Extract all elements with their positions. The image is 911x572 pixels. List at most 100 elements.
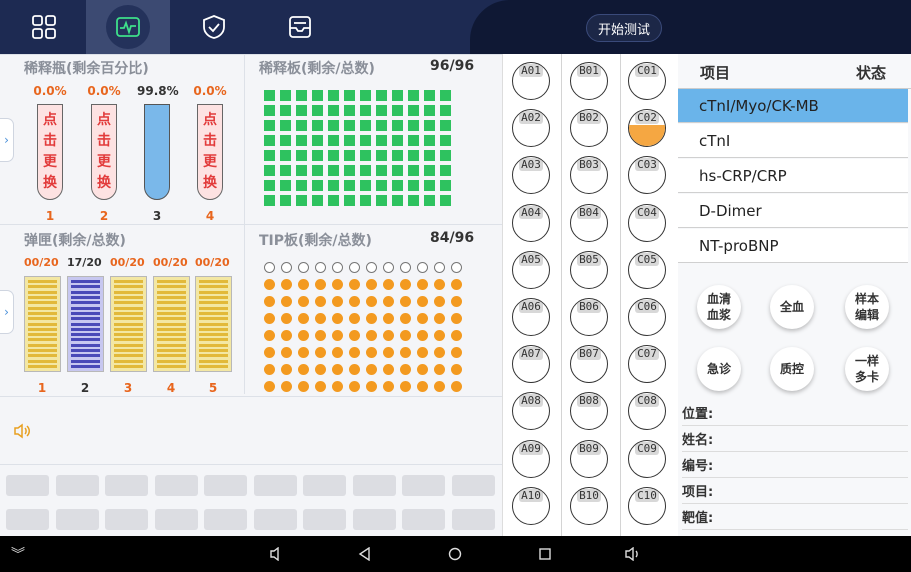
sample-slot[interactable]: C02 [628,109,666,148]
speaker-icon[interactable] [13,423,31,443]
tip-well [264,313,275,324]
cartridge-strip [114,349,143,353]
project-item[interactable]: cTnI/Myo/CK-MB [678,89,908,123]
quick-slot-button[interactable] [204,509,247,530]
quick-slot-button[interactable] [204,475,247,496]
sample-slot[interactable]: A10 [512,486,550,525]
project-item[interactable]: D-Dimer [678,194,908,228]
sample-edit-button[interactable]: 样本 编辑 [845,285,889,329]
quick-slot-button[interactable] [352,509,396,530]
sample-slot-label: B09 [577,441,601,455]
qc-shield-button[interactable] [186,4,242,50]
project-column-header: 项目 [700,64,731,82]
quick-slot-button[interactable] [154,475,198,496]
quick-slot-button[interactable] [55,475,99,496]
sample-slot[interactable]: A06 [512,298,550,336]
tip-well [332,313,343,324]
tip-well [400,330,411,341]
diluent-bottle[interactable]: 点击更换 [37,104,63,200]
sample-slot[interactable]: A04 [512,203,550,242]
cartridge-index: 2 [80,381,90,395]
quick-slot-button[interactable] [402,475,445,496]
sample-slot[interactable]: A02 [512,109,550,148]
quick-slot-button[interactable] [451,475,495,496]
volume-down-icon[interactable] [268,545,286,563]
records-button[interactable] [272,4,328,50]
quick-slot-button[interactable] [253,475,297,496]
dilution-well [280,180,291,191]
project-item[interactable]: NT-proBNP [678,229,908,263]
whole-blood-button[interactable]: 全血 [770,285,814,329]
sample-slot[interactable]: A01 [512,62,550,100]
cartridge-slot[interactable] [110,276,147,372]
sample-slot[interactable]: C06 [628,298,666,336]
sample-slot[interactable]: C04 [628,203,666,242]
multi-card-button[interactable]: 一样 多卡 [845,347,889,391]
volume-up-icon[interactable] [624,545,642,563]
quick-slot-button[interactable] [105,509,148,530]
test-monitor-tab[interactable] [86,0,170,54]
quick-slot-button[interactable] [105,475,148,496]
tip-well [349,313,360,324]
cartridge-strip [157,301,186,305]
home-icon[interactable] [446,545,464,563]
qc-button[interactable]: 质控 [770,347,814,391]
quick-slot-button[interactable] [402,509,445,530]
sample-slot[interactable]: B06 [570,298,608,336]
quick-slot-button[interactable] [253,509,297,530]
project-item[interactable]: hs-CRP/CRP [678,159,908,193]
sample-slot[interactable]: B09 [570,439,608,478]
cartridge-slot[interactable] [67,276,104,372]
quick-slot-button[interactable] [154,509,198,530]
dilution-well [440,165,451,176]
cartridge-strip [199,327,228,331]
sample-slot[interactable]: C09 [628,439,666,478]
quick-slot-button[interactable] [6,509,49,530]
dilution-plate-grid [264,90,451,206]
sample-slot[interactable]: A07 [512,345,550,384]
expand-diluent-tab[interactable]: › [0,118,14,162]
sample-slot[interactable]: B05 [570,250,608,289]
sample-slot[interactable]: B10 [570,486,608,525]
sample-slot[interactable]: B01 [570,62,608,100]
home-grid-button[interactable] [16,4,72,50]
sample-slot[interactable]: B02 [570,109,608,148]
sample-slot[interactable]: A05 [512,250,550,289]
quick-slot-button[interactable] [352,475,396,496]
sample-slot[interactable]: B07 [570,345,608,384]
dilution-well [360,135,371,146]
quick-slot-button[interactable] [303,509,346,530]
project-item[interactable]: cTnI [678,124,908,158]
replace-hint-char: 击 [97,133,111,149]
dilution-well [280,90,291,101]
quick-slot-button[interactable] [303,475,346,496]
sample-slot[interactable]: C07 [628,345,666,384]
tip-well [298,364,309,375]
diluent-bottle[interactable]: 点击更换 [91,104,117,200]
start-test-button[interactable]: 开始测试 [586,14,662,42]
tip-well [434,364,445,375]
expand-cartridge-tab[interactable]: › [0,290,14,334]
diluent-bottle[interactable] [144,104,170,200]
diluent-bottle[interactable]: 点击更换 [197,104,223,200]
sample-slot[interactable]: C01 [628,62,666,100]
sample-slot[interactable]: B04 [570,203,608,242]
cartridge-slot[interactable] [153,276,190,372]
emergency-button[interactable]: 急诊 [697,347,741,391]
dilution-well [296,120,307,131]
quick-slot-button[interactable] [6,475,49,496]
quick-slot-button[interactable] [55,509,99,530]
cartridge-strip [157,327,186,331]
back-icon[interactable] [356,545,374,563]
cartridge-slot[interactable] [24,276,61,372]
sample-slot-label: C08 [635,394,659,408]
sample-slot[interactable]: A09 [512,439,550,478]
sample-slot[interactable]: C05 [628,250,666,289]
recents-icon[interactable] [536,545,554,563]
collapse-icon[interactable]: ︾ [9,545,27,563]
quick-slot-button[interactable] [451,509,495,530]
sample-slot[interactable]: C10 [628,486,666,525]
tip-well [264,262,275,273]
cartridge-slot[interactable] [195,276,232,372]
serum-plasma-button[interactable]: 血清 血浆 [697,285,741,329]
